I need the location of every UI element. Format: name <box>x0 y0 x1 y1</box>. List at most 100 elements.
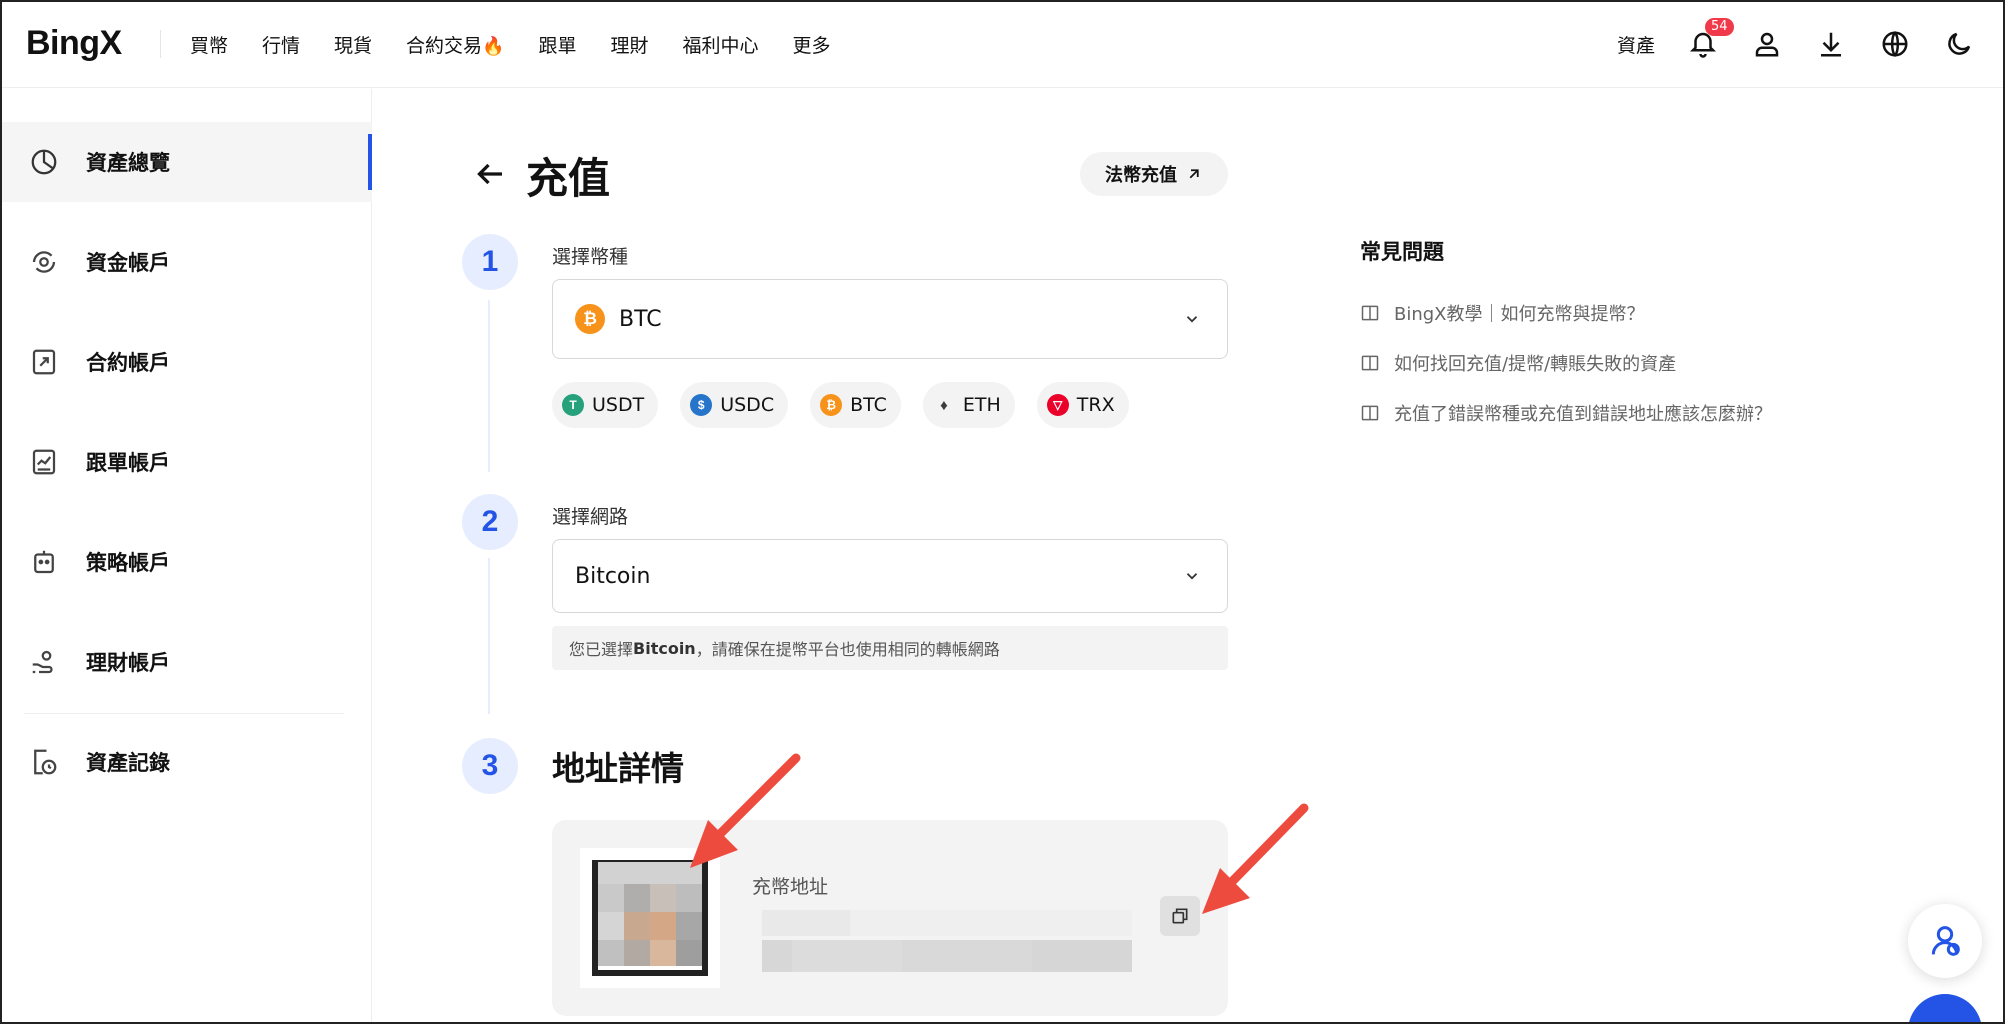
btc-icon: ₿ <box>820 394 843 416</box>
deposit-address-label: 充幣地址 <box>752 876 829 898</box>
step-2-label: 選擇網路 <box>552 506 629 528</box>
notification-badge: 54 <box>1705 18 1734 36</box>
quick-coin-btc[interactable]: ₿ BTC <box>810 382 901 428</box>
page-header: 充值 <box>472 145 610 206</box>
assets-link[interactable]: 資產 <box>1617 31 1655 58</box>
moon-icon <box>1948 32 1971 55</box>
notification-button[interactable]: 54 <box>1687 18 1734 60</box>
globe-icon <box>1882 30 1908 58</box>
sidebar-item-history[interactable]: 資產記錄 <box>0 722 372 802</box>
copy-address-button[interactable] <box>1160 896 1200 936</box>
faq-item-label: 如何找回充值/提幣/轉賬失敗的資產 <box>1394 354 1677 375</box>
coin-select-value: BTC <box>619 306 662 332</box>
nav-copy-trading[interactable]: 跟單 <box>538 31 576 58</box>
download-button[interactable] <box>1815 28 1847 60</box>
external-arrow-icon <box>1189 169 1199 179</box>
copy-icon <box>1172 908 1188 924</box>
faq-item[interactable]: 如何找回充值/提幣/轉賬失敗的資產 <box>1360 350 1676 376</box>
nav-spot[interactable]: 現貨 <box>334 31 372 58</box>
user-icon <box>1755 32 1779 57</box>
quick-coin-trx[interactable]: ▽ TRX <box>1036 382 1129 428</box>
deposit-qr-code <box>580 848 720 988</box>
copy-trade-account-icon <box>28 446 60 478</box>
quick-coin-label: USDT <box>592 394 645 416</box>
nav-wealth[interactable]: 理財 <box>611 31 649 58</box>
contract-account-icon <box>28 346 60 378</box>
fire-icon: 🔥 <box>482 35 505 57</box>
faq-item-label: 充值了錯誤幣種或充值到錯誤地址應該怎麼辦？ <box>1394 404 1772 425</box>
fund-account-icon <box>28 246 60 278</box>
step-3-number: 3 <box>462 738 518 794</box>
network-note-prefix: 您已選擇 <box>569 640 634 659</box>
network-select-value: Bitcoin <box>575 563 651 589</box>
fiat-deposit-button[interactable]: 法幣充值 <box>1080 152 1228 196</box>
sidebar-item-overview[interactable]: 資產總覽 <box>0 122 372 202</box>
address-details-title: 地址詳情 <box>552 749 684 788</box>
sidebar-divider <box>24 713 344 714</box>
nav-more[interactable]: 更多 <box>793 31 831 58</box>
usdc-icon: $ <box>690 394 713 416</box>
step-1-number: 1 <box>462 234 518 290</box>
hand-coin-icon <box>28 646 60 678</box>
quick-coin-label: ETH <box>962 394 1001 416</box>
step-2-number: 2 <box>462 494 518 550</box>
sidebar-item-label: 策略帳戶 <box>86 551 170 575</box>
customer-support-button[interactable] <box>1908 904 1982 978</box>
trx-icon: ▽ <box>1046 394 1069 416</box>
nav-futures[interactable]: 合約交易🔥 <box>406 31 504 58</box>
sidebar-item-strategy[interactable]: 策略帳戶 <box>0 522 372 602</box>
coin-select[interactable]: ₿ BTC <box>552 279 1228 359</box>
quick-coin-usdc[interactable]: $ USDC <box>680 382 789 428</box>
step-1-label: 選擇幣種 <box>552 246 629 268</box>
quick-coin-label: USDC <box>720 394 775 416</box>
sidebar-item-wealth[interactable]: 理財帳戶 <box>0 622 372 702</box>
sidebar-item-label: 資產總覽 <box>86 151 170 175</box>
nav-markets[interactable]: 行情 <box>262 31 300 58</box>
back-button[interactable] <box>472 156 508 196</box>
quick-coin-list: T USDT $ USDC ₿ BTC ♦ ETH ▽ TRX <box>552 382 1129 428</box>
network-note-suffix: ，請確保在提幣平台也使用相同的轉帳網路 <box>695 640 1000 659</box>
sidebar-item-label: 合約帳戶 <box>86 351 170 375</box>
sidebar-item-label: 理財帳戶 <box>86 651 170 675</box>
address-card: 充幣地址 <box>552 820 1228 1016</box>
header-divider <box>160 30 161 58</box>
faq-item[interactable]: BingX教學｜如何充幣與提幣？ <box>1360 300 1645 326</box>
language-button[interactable] <box>1879 28 1911 60</box>
quick-coin-usdt[interactable]: T USDT <box>552 382 659 428</box>
chevron-down-icon <box>1186 316 1198 323</box>
account-button[interactable] <box>1751 28 1783 60</box>
nav-buy-crypto[interactable]: 買幣 <box>190 31 228 58</box>
theme-toggle[interactable] <box>1943 28 1975 60</box>
quick-coin-eth[interactable]: ♦ ETH <box>922 382 1015 428</box>
bingx-logo[interactable]: BingX <box>26 24 122 63</box>
sidebar-item-copy-trade[interactable]: 跟單帳戶 <box>0 422 372 502</box>
robot-icon <box>28 546 60 578</box>
nav-rewards[interactable]: 福利中心 <box>683 31 759 58</box>
faq-item-label: BingX教學｜如何充幣與提幣？ <box>1394 304 1645 325</box>
book-icon <box>1361 305 1379 321</box>
pie-chart-icon <box>28 146 60 178</box>
chevron-down-icon <box>1186 573 1198 580</box>
book-icon <box>1361 355 1379 371</box>
network-note: 您已選擇 Bitcoin ，請確保在提幣平台也使用相同的轉帳網路 <box>552 626 1228 670</box>
step-1-line <box>488 300 490 472</box>
quick-coin-label: BTC <box>850 394 887 416</box>
sidebar-item-label: 跟單帳戶 <box>86 451 170 475</box>
chat-button[interactable] <box>1908 994 1982 1024</box>
usdt-icon: T <box>562 394 584 416</box>
sidebar-item-label: 資金帳戶 <box>86 251 170 275</box>
network-note-network: Bitcoin <box>633 638 696 658</box>
arrow-left-icon <box>477 163 502 184</box>
sidebar-item-fund[interactable]: 資金帳戶 <box>0 222 372 302</box>
sidebar-item-contract[interactable]: 合約帳戶 <box>0 322 372 402</box>
network-select[interactable]: Bitcoin <box>552 539 1228 613</box>
faq-item[interactable]: 充值了錯誤幣種或充值到錯誤地址應該怎麼辦？ <box>1360 400 1772 426</box>
page-title: 充值 <box>526 154 611 203</box>
sidebar: 資產總覽 資金帳戶 合約帳戶 跟單帳戶 策略帳戶 理財帳戶 資產記錄 <box>0 89 372 1024</box>
support-agent-icon <box>1931 926 1960 956</box>
main-nav: 買幣 行情 現貨 合約交易🔥 跟單 理財 福利中心 更多 <box>190 0 831 88</box>
nav-futures-label: 合約交易 <box>406 34 483 57</box>
fiat-deposit-label: 法幣充值 <box>1105 165 1177 186</box>
eth-icon: ♦ <box>932 394 955 416</box>
step-2-line <box>488 558 490 714</box>
